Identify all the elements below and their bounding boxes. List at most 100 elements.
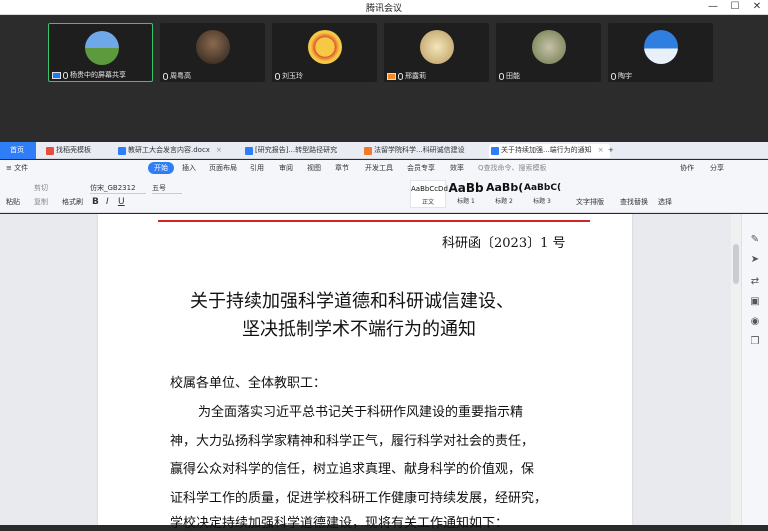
- select-button[interactable]: 选择: [658, 197, 672, 207]
- user-icon: [387, 72, 396, 80]
- participant-tile[interactable]: 周粤高: [160, 23, 265, 82]
- document-title-line2: 坚决抵制学术不端行为的通知: [242, 319, 476, 340]
- collab-button[interactable]: 协作: [680, 163, 694, 173]
- document-tab-bar: 首页 找稻壳模板 教研工大会发言内容.docx × [研究报告]...转型路径研究…: [0, 142, 768, 159]
- document-workspace[interactable]: [0, 214, 768, 525]
- cut-button[interactable]: 剪切: [34, 183, 48, 193]
- participant-name: 周粤高: [170, 72, 191, 80]
- tab-home[interactable]: 首页: [0, 142, 36, 159]
- ribbon-toolbar: 粘贴 剪切 复制 格式刷 仿宋_GB2312 五号 B I U AaBbCcDd…: [0, 177, 768, 213]
- participant-tile[interactable]: 刘玉玲: [272, 23, 377, 82]
- red-header-line: [158, 220, 590, 222]
- document-paragraph-line: 神，大力弘扬科学家精神和科学正气，履行科学对社会的责任，: [170, 434, 535, 449]
- menu-page-layout[interactable]: 页面布局: [209, 163, 237, 173]
- document-paragraph-line: 证科学工作的质量，促进学校科研工作健康可持续发展，经研究，: [170, 491, 548, 506]
- avatar: [420, 30, 454, 64]
- menu-developer[interactable]: 开发工具: [365, 163, 393, 173]
- avatar: [85, 31, 119, 65]
- menu-references[interactable]: 引用: [250, 163, 264, 173]
- participant-name: 杨贵中的屏幕共享: [70, 71, 126, 79]
- new-tab-button[interactable]: +: [604, 144, 620, 158]
- participant-tile[interactable]: 杨贵中的屏幕共享: [48, 23, 153, 82]
- document-paragraph-line: 赢得公众对科学的信任，树立追求真理、献身科学的价值观，保: [170, 462, 535, 477]
- menu-view[interactable]: 视图: [307, 163, 321, 173]
- doc-icon: [245, 147, 253, 155]
- menu-file[interactable]: ≡ 文件: [6, 163, 28, 173]
- avatar: [644, 30, 678, 64]
- right-tool-panel: ✎ ➤ ⇄ ▣ ◉ ❒: [741, 214, 768, 525]
- close-button[interactable]: ✕: [746, 0, 768, 15]
- menu-bar: ≡ 文件 开始 插入 页面布局 引用 审阅 视图 章节 开发工具 会员专享 效率…: [0, 160, 768, 177]
- document-number: 科研函〔2023〕1 号: [442, 236, 566, 251]
- mic-icon: [499, 72, 504, 80]
- style-heading-2[interactable]: AaBb(标题 2: [486, 180, 523, 208]
- style-normal[interactable]: AaBbCcDd 正文: [410, 180, 448, 208]
- mic-icon: [611, 72, 616, 80]
- underline-button[interactable]: U: [118, 197, 125, 207]
- template-icon: [46, 147, 54, 155]
- participant-name: 田能: [506, 72, 520, 80]
- document-salutation: 校属各单位、全体教职工：: [170, 376, 327, 391]
- meeting-video-strip: 杨贵中的屏幕共享 周粤高 刘玉玲 邢露莉 田能 陶宇: [0, 15, 768, 142]
- mic-icon: [275, 72, 280, 80]
- tab-templates[interactable]: 找稻壳模板: [44, 144, 97, 158]
- participant-name: 刘玉玲: [282, 72, 303, 80]
- mic-icon: [63, 71, 68, 79]
- paste-button[interactable]: 粘贴: [6, 197, 20, 207]
- menu-insert[interactable]: 插入: [182, 163, 196, 173]
- italic-button[interactable]: I: [106, 197, 109, 207]
- style-heading-1[interactable]: AaBb 标题 1: [448, 180, 484, 208]
- document-paragraph-line: 为全面落实习近平总书记关于科研作风建设的重要指示精: [198, 405, 524, 420]
- close-icon[interactable]: ×: [216, 146, 222, 154]
- text-layout-button[interactable]: 文字排版: [576, 197, 604, 207]
- doc-icon: [118, 147, 126, 155]
- font-family-select[interactable]: 仿宋_GB2312: [90, 183, 146, 194]
- participant-tile[interactable]: 邢露莉: [384, 23, 489, 82]
- copy-button[interactable]: 复制: [34, 197, 48, 207]
- scrollbar-thumb[interactable]: [733, 244, 739, 284]
- menu-member[interactable]: 会员专享: [407, 163, 435, 173]
- document-paragraph-line: 学校决定持续加强科学道德建设，现将有关工作通知如下：: [170, 516, 509, 531]
- window-titlebar: 腾讯会议 — ☐ ✕: [0, 0, 768, 15]
- document-page[interactable]: [98, 214, 632, 525]
- doc-icon: [491, 147, 499, 155]
- window-title: 腾讯会议: [365, 4, 402, 14]
- participant-tile[interactable]: 田能: [496, 23, 601, 82]
- mic-icon: [163, 72, 168, 80]
- screen-share-icon: [52, 71, 61, 79]
- format-painter-button[interactable]: 格式刷: [62, 197, 83, 207]
- image-icon[interactable]: ▣: [749, 296, 761, 308]
- tab-doc-3[interactable]: 法留学院科学...科研诚信建设: [362, 144, 471, 158]
- pdf-icon: [364, 147, 372, 155]
- participant-tile[interactable]: 陶宇: [608, 23, 713, 82]
- pointer-icon[interactable]: ➤: [749, 254, 761, 266]
- mic-icon: [398, 72, 403, 80]
- tab-doc-current[interactable]: 关于持续加强...端行为的通知 ×: [489, 144, 610, 158]
- participant-name: 邢露莉: [405, 72, 426, 80]
- font-size-select[interactable]: 五号: [152, 183, 182, 194]
- menu-review[interactable]: 审阅: [279, 163, 293, 173]
- book-icon[interactable]: ❒: [749, 336, 761, 348]
- style-heading-3[interactable]: AaBbC(标题 3: [524, 180, 561, 208]
- vertical-scrollbar[interactable]: [731, 214, 741, 525]
- menu-efficiency[interactable]: 效率: [450, 163, 464, 173]
- menu-start[interactable]: 开始: [148, 162, 174, 174]
- tab-doc-1[interactable]: 教研工大会发言内容.docx ×: [116, 144, 228, 158]
- avatar: [196, 30, 230, 64]
- share-button[interactable]: 分享: [710, 163, 724, 173]
- maximize-button[interactable]: ☐: [724, 0, 746, 15]
- participant-name: 陶宇: [618, 72, 632, 80]
- document-title-line1: 关于持续加强科学道德和科研诚信建设、: [190, 291, 514, 312]
- avatar: [308, 30, 342, 64]
- minimize-button[interactable]: —: [702, 0, 724, 15]
- translate-icon[interactable]: ⇄: [749, 276, 761, 288]
- bold-button[interactable]: B: [92, 197, 99, 207]
- edit-icon[interactable]: ✎: [749, 234, 761, 246]
- tab-doc-2[interactable]: [研究报告]...转型路径研究: [243, 144, 343, 158]
- find-replace-button[interactable]: 查找替换: [620, 197, 648, 207]
- avatar: [532, 30, 566, 64]
- command-search[interactable]: Q查找命令、搜索模板: [478, 163, 547, 173]
- menu-chapter[interactable]: 章节: [335, 163, 349, 173]
- close-icon[interactable]: ×: [598, 146, 604, 154]
- location-icon[interactable]: ◉: [749, 316, 761, 328]
